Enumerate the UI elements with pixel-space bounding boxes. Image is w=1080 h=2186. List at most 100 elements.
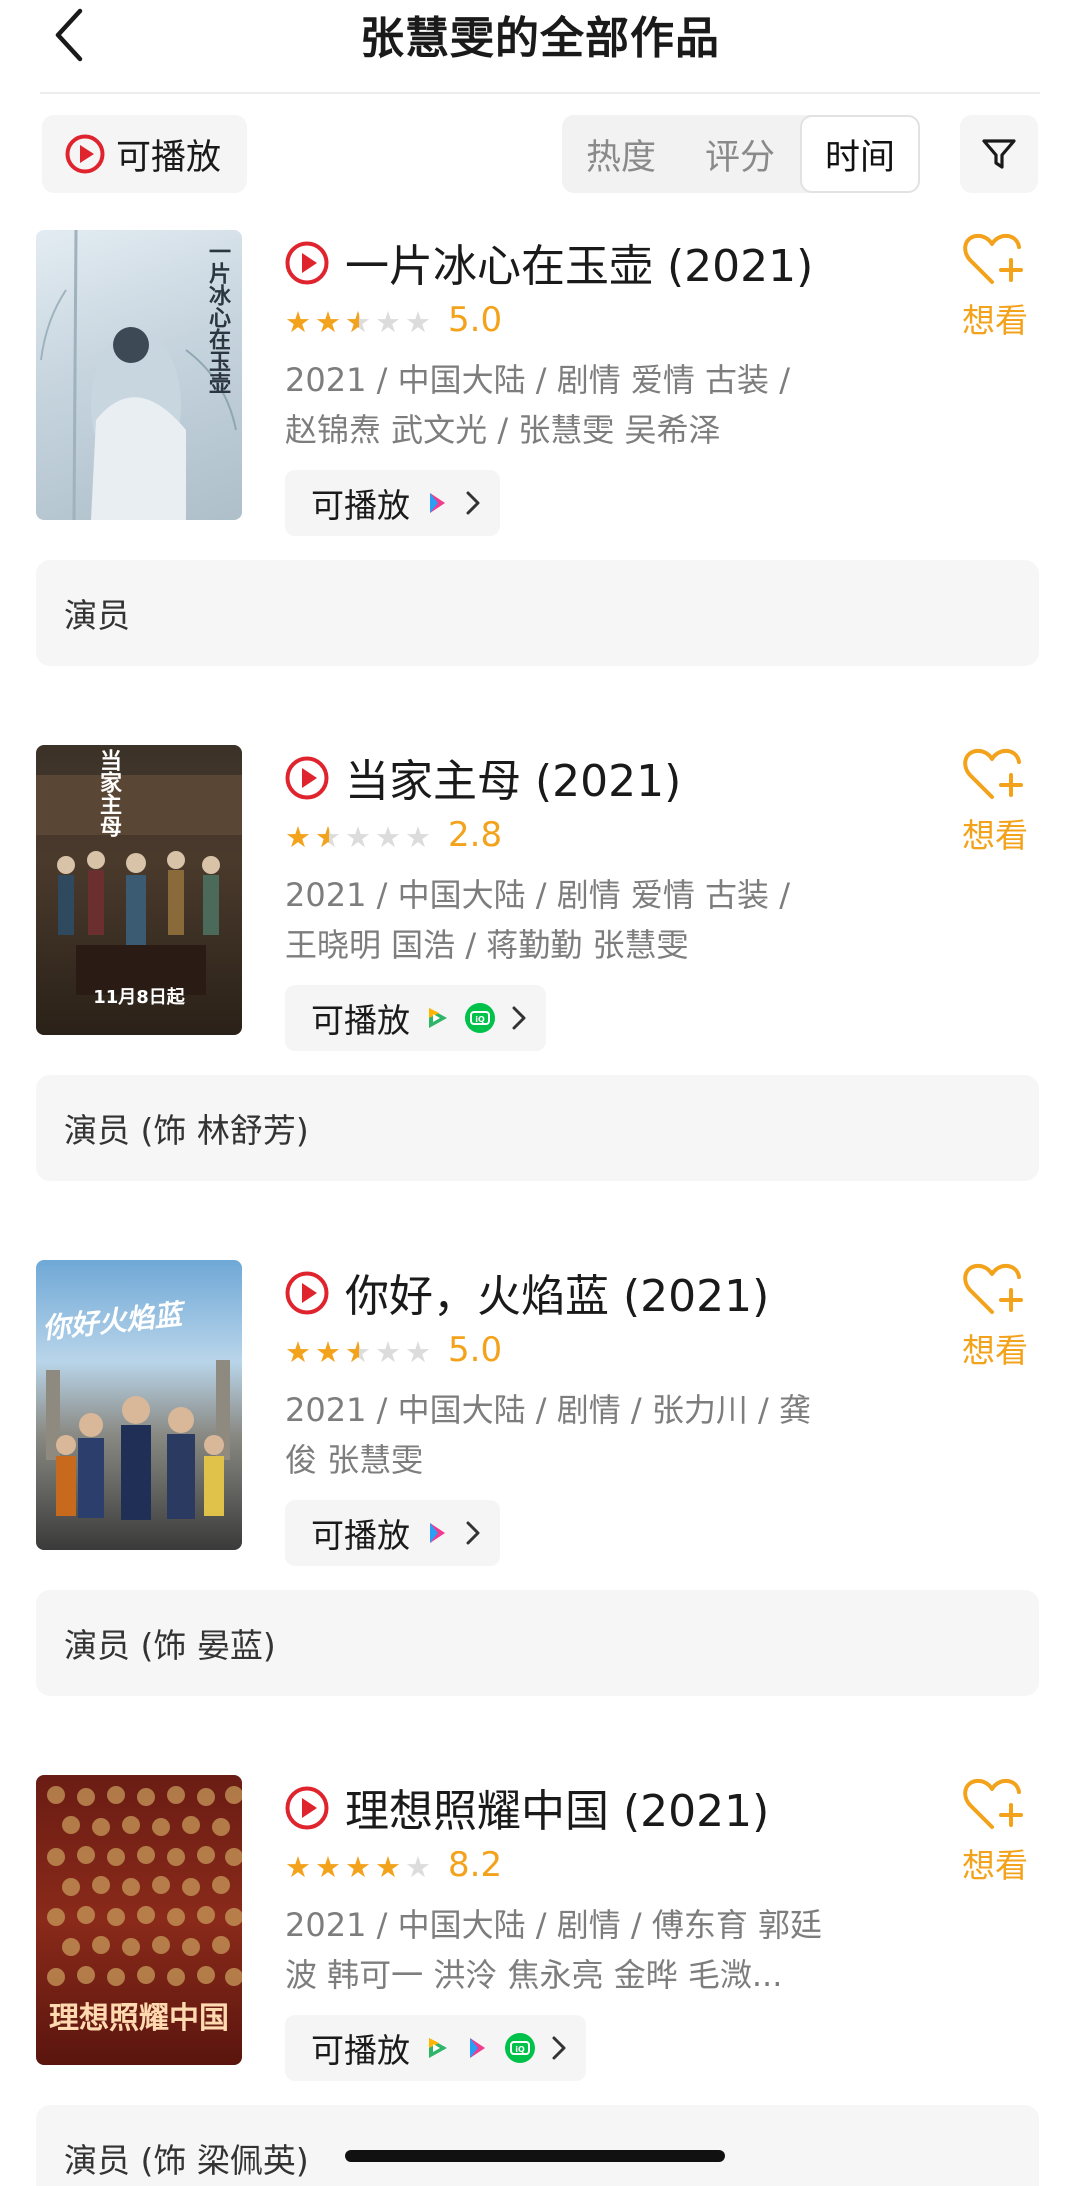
tab-popularity[interactable]: 热度 (562, 115, 680, 193)
star-rating: ★ ★ ★ ★ ★ (285, 1336, 434, 1368)
play-sources-button[interactable]: 可播放 (285, 1500, 500, 1566)
want-to-watch-label: 想看 (962, 1846, 1028, 1885)
heart-plus-icon (963, 233, 1023, 284)
tab-rating[interactable]: 评分 (680, 115, 800, 193)
film-card[interactable]: 当家主母 11月8日起 当家主母 (2021) ★ ★ ★ ★ ★ 2.8 20… (0, 745, 1080, 1260)
play-circle-icon (65, 134, 105, 174)
want-to-watch-button[interactable]: 想看 (945, 230, 1045, 342)
star-icon: ★ (375, 1850, 401, 1884)
star-rating: ★ ★ ★ ★ ★ (285, 821, 434, 853)
role-info: 演员 (36, 560, 1039, 666)
heart-plus-icon (963, 1263, 1023, 1314)
rating-score: 8.2 (448, 1845, 503, 1885)
page-title: 张慧雯的全部作品 (360, 13, 720, 64)
poster-date: 11月8日起 (93, 987, 185, 1008)
film-meta: 2021 / 中国大陆 / 剧情 / 张力川 / 龚 俊 张慧雯 (285, 1385, 885, 1485)
film-title[interactable]: 理想照耀中国 (2021) (345, 1775, 769, 1839)
heart-plus-icon (963, 748, 1023, 799)
star-rating: ★ ★ ★ ★ ★ (285, 1851, 434, 1883)
heart-plus-icon (963, 1778, 1023, 1829)
star-icon: ★ (315, 1850, 341, 1884)
film-card[interactable]: 你好火焰蓝 你好，火焰蓝 (2021) ★ ★ ★ ★ ★ 5.0 2021 /… (0, 1260, 1080, 1775)
chevron-right-icon (466, 491, 480, 515)
star-icon: ★ (405, 1335, 431, 1369)
tab-time[interactable]: 时间 (800, 115, 920, 193)
play-chip-label: 可播放 (311, 1516, 410, 1555)
poster-title: 理想照耀中国 (49, 2001, 229, 2036)
role-info: 演员 (饰 林舒芳) (36, 1075, 1039, 1181)
want-to-watch-label: 想看 (962, 1331, 1028, 1370)
poster-image[interactable]: 理想照耀中国 (36, 1775, 242, 2065)
want-to-watch-button[interactable]: 想看 (945, 745, 1045, 857)
chevron-right-icon (552, 2036, 566, 2060)
half-star-icon: ★ (345, 306, 374, 338)
play-circle-icon (285, 1786, 329, 1830)
star-icon: ★ (375, 305, 401, 339)
star-icon: ★ (285, 820, 311, 854)
want-to-watch-button[interactable]: 想看 (945, 1775, 1045, 1887)
iqiyi-icon: iQ (464, 1002, 496, 1034)
film-meta-line: 王晓明 国浩 / 蒋勤勤 张慧雯 (285, 926, 689, 964)
chevron-right-icon (466, 1521, 480, 1545)
film-meta-line: 2021 / 中国大陆 / 剧情 爱情 古装 / (285, 876, 790, 914)
star-icon: ★ (285, 1850, 311, 1884)
rating-score: 5.0 (448, 1330, 503, 1370)
want-to-watch-button[interactable]: 想看 (945, 1260, 1045, 1372)
rating-score: 5.0 (448, 300, 503, 340)
film-meta-line: 2021 / 中国大陆 / 剧情 爱情 古装 / (285, 361, 790, 399)
youku-icon (424, 1520, 450, 1546)
film-meta-line: 2021 / 中国大陆 / 剧情 / 傅东育 郭廷 (285, 1906, 822, 1944)
svg-text:iQ: iQ (475, 1015, 485, 1024)
film-card[interactable]: 一片冰心在玉壶 一片冰心在玉壶 (2021) ★ ★ ★ ★ ★ 5.0 202… (0, 230, 1080, 745)
playable-filter-button[interactable]: 可播放 (42, 115, 247, 193)
film-meta: 2021 / 中国大陆 / 剧情 爱情 古装 / 王晓明 国浩 / 蒋勤勤 张慧… (285, 870, 885, 970)
tencent-video-icon (424, 1005, 450, 1031)
play-sources-button[interactable]: 可播放 (285, 470, 500, 536)
header-divider (40, 92, 1040, 94)
role-info: 演员 (饰 梁佩英) (36, 2105, 1039, 2186)
poster-image[interactable]: 一片冰心在玉壶 (36, 230, 242, 520)
half-star-icon: ★ (315, 821, 344, 853)
want-to-watch-label: 想看 (962, 301, 1028, 340)
film-card[interactable]: 理想照耀中国 理想照耀中国 (2021) ★ ★ ★ ★ ★ 8.2 2021 … (0, 1775, 1080, 2186)
poster-image[interactable]: 你好火焰蓝 (36, 1260, 242, 1550)
play-circle-icon (285, 1271, 329, 1315)
poster-title: 一片冰心在玉壶 (205, 240, 230, 394)
film-meta-line: 赵锦焘 武文光 / 张慧雯 吴希泽 (285, 411, 721, 449)
film-meta-line: 波 韩可一 洪泠 焦永亮 金晔 毛溦... (285, 1956, 783, 1994)
star-icon: ★ (285, 305, 311, 339)
play-chip-label: 可播放 (311, 2031, 410, 2070)
film-meta: 2021 / 中国大陆 / 剧情 爱情 古装 / 赵锦焘 武文光 / 张慧雯 吴… (285, 355, 885, 455)
star-icon: ★ (405, 305, 431, 339)
home-indicator[interactable] (345, 2150, 725, 2162)
role-info: 演员 (饰 晏蓝) (36, 1590, 1039, 1696)
filter-button[interactable] (960, 115, 1038, 193)
play-circle-icon (285, 756, 329, 800)
star-rating: ★ ★ ★ ★ ★ (285, 306, 434, 338)
film-meta-line: 2021 / 中国大陆 / 剧情 / 张力川 / 龚 (285, 1391, 811, 1429)
star-icon: ★ (315, 1335, 341, 1369)
poster-title: 当家主母 (96, 749, 121, 837)
funnel-icon (982, 139, 1016, 169)
star-icon: ★ (345, 1850, 371, 1884)
star-icon: ★ (405, 820, 431, 854)
chevron-right-icon (512, 1006, 526, 1030)
film-title[interactable]: 当家主母 (2021) (345, 745, 681, 809)
play-chip-label: 可播放 (311, 486, 410, 525)
film-title[interactable]: 一片冰心在玉壶 (2021) (345, 230, 813, 294)
sort-tabs: 热度 评分 时间 (562, 115, 920, 193)
play-circle-icon (285, 241, 329, 285)
star-icon: ★ (345, 820, 371, 854)
star-icon: ★ (375, 820, 401, 854)
star-icon: ★ (315, 305, 341, 339)
film-title[interactable]: 你好，火焰蓝 (2021) (345, 1260, 769, 1324)
star-icon: ★ (375, 1335, 401, 1369)
poster-image[interactable]: 当家主母 11月8日起 (36, 745, 242, 1035)
rating-score: 2.8 (448, 815, 503, 855)
play-sources-button[interactable]: 可播放 iQ (285, 985, 546, 1051)
youku-icon (424, 490, 450, 516)
iqiyi-icon: iQ (504, 2032, 536, 2064)
play-sources-button[interactable]: 可播放 iQ (285, 2015, 586, 2081)
header: 张慧雯的全部作品 (0, 0, 1080, 95)
playable-filter-label: 可播放 (116, 137, 222, 178)
